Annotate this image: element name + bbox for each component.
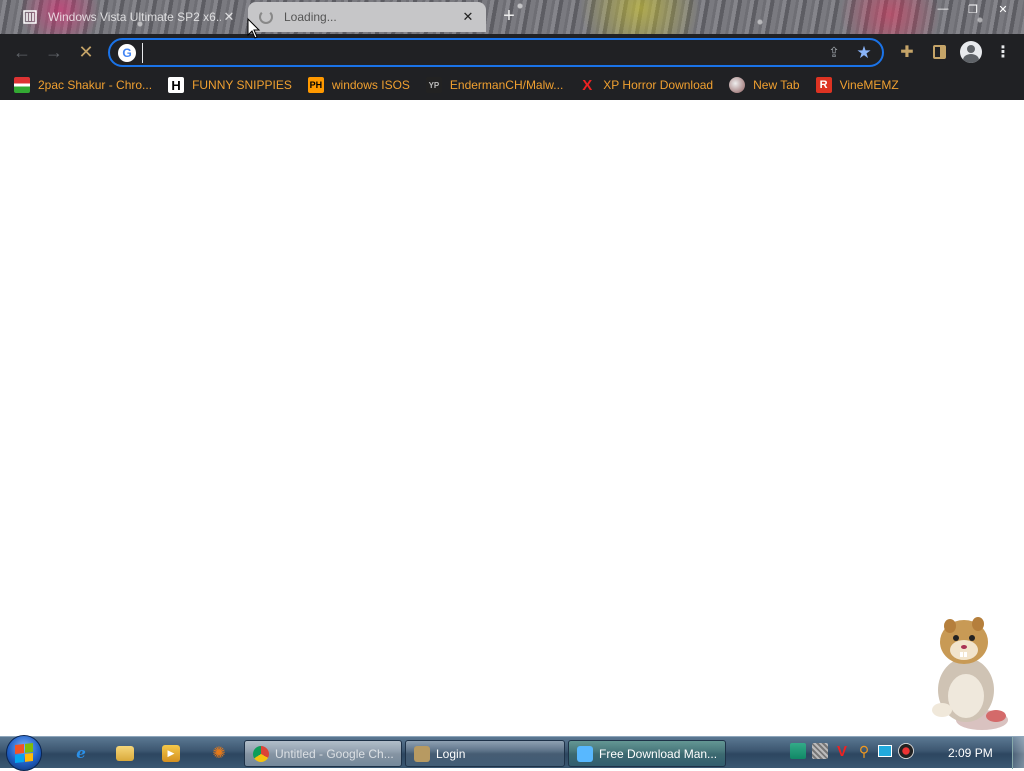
- profile-avatar-icon[interactable]: [958, 36, 984, 68]
- hamster-mascot[interactable]: [920, 612, 1012, 736]
- camera-icon[interactable]: [898, 743, 914, 759]
- tab-title: Windows Vista Ultimate SP2 x6...: [48, 10, 221, 24]
- bookmark-xp-horror[interactable]: X XP Horror Download: [579, 76, 714, 94]
- new-tab-button[interactable]: +: [498, 6, 520, 28]
- login-app-icon: [414, 745, 430, 762]
- address-bar[interactable]: G ⇪ ★: [108, 38, 884, 67]
- app-icon[interactable]: ✺: [208, 742, 230, 764]
- globe-icon: [729, 77, 746, 93]
- mouse-cursor-icon: [247, 17, 261, 40]
- window-controls: — ❐ ✕: [930, 0, 1016, 18]
- bookmarks-bar: 2pac Shakur - Chro... H FUNNY SNIPPIES P…: [0, 70, 1024, 100]
- 2pac-icon: [14, 77, 30, 93]
- fdm-icon: [577, 745, 593, 762]
- toolbar-actions: ✚ ⋮: [894, 36, 1016, 68]
- media-player-icon[interactable]: ▶: [162, 745, 180, 762]
- tab-loading[interactable]: Loading... ✕: [248, 2, 486, 32]
- x-icon: X: [582, 76, 593, 94]
- screen-icon[interactable]: [878, 745, 892, 757]
- taskbar-label: Login: [436, 746, 466, 761]
- google-icon: G: [118, 43, 136, 62]
- extensions-puzzle-icon[interactable]: ✚: [894, 36, 920, 68]
- h-letter-icon: H: [168, 77, 185, 93]
- show-desktop-button[interactable]: [1012, 737, 1024, 769]
- start-button[interactable]: [6, 735, 42, 771]
- chrome-icon: [253, 745, 269, 762]
- system-tray: V ⚲: [790, 743, 914, 760]
- taskbar-button-login[interactable]: Login: [405, 740, 565, 767]
- bookmark-funny-snippies[interactable]: H FUNNY SNIPPIES: [168, 77, 292, 93]
- bookmark-label: VineMEMZ: [839, 78, 899, 92]
- menu-kebab-icon[interactable]: ⋮: [990, 36, 1016, 68]
- yp-icon: YP: [425, 77, 442, 93]
- search-tray-icon[interactable]: ⚲: [856, 743, 872, 759]
- bookmark-label: EndermanCH/Malw...: [449, 78, 564, 92]
- taskbar-button-fdm[interactable]: Free Download Man...: [568, 740, 726, 767]
- windows-logo-icon: [15, 743, 33, 763]
- bookmark-label: FUNNY SNIPPIES: [192, 78, 292, 92]
- close-window-button[interactable]: ✕: [990, 0, 1016, 18]
- restore-button[interactable]: ❐: [960, 0, 986, 18]
- forward-button[interactable]: →: [38, 36, 70, 68]
- tab-close-icon[interactable]: ✕: [221, 9, 237, 25]
- side-panel-icon[interactable]: [926, 36, 952, 68]
- stop-loading-button[interactable]: ✕: [70, 36, 102, 68]
- bookmark-vinememz[interactable]: R VineMEMZ: [815, 77, 899, 93]
- tab-windows-vista[interactable]: Windows Vista Ultimate SP2 x6... ✕: [12, 2, 247, 32]
- bookmark-new-tab[interactable]: New Tab: [729, 77, 800, 93]
- tab-title: Loading...: [284, 10, 337, 24]
- taskbar-clock[interactable]: 2:09 PM: [948, 746, 993, 760]
- ph-icon: PH: [307, 77, 324, 93]
- address-input[interactable]: [142, 42, 824, 63]
- r-letter-icon: R: [815, 77, 832, 93]
- back-button[interactable]: ←: [6, 36, 38, 68]
- taskbar-button-chrome[interactable]: Untitled - Google Ch...: [244, 740, 402, 767]
- v-icon[interactable]: V: [834, 743, 850, 760]
- taskbar-label: Untitled - Google Ch...: [275, 746, 394, 761]
- taskbar-label: Free Download Man...: [599, 746, 718, 761]
- network-icon[interactable]: [790, 743, 806, 759]
- bookmark-windows-isos[interactable]: PH windows ISOS: [307, 77, 410, 93]
- bookmark-endermanch[interactable]: YP EndermanCH/Malw...: [425, 77, 564, 93]
- bookmark-label: windows ISOS: [331, 78, 410, 92]
- folder-icon[interactable]: [116, 746, 134, 761]
- tab-close-icon[interactable]: ✕: [460, 9, 476, 25]
- bookmark-star-icon[interactable]: ★: [854, 43, 874, 63]
- tab-strip: Windows Vista Ultimate SP2 x6... ✕ Loadi…: [0, 0, 1024, 34]
- bookmark-label: 2pac Shakur - Chro...: [38, 78, 153, 92]
- archive-icon: [22, 9, 38, 25]
- minimize-button[interactable]: —: [930, 0, 956, 18]
- bookmark-label: New Tab: [753, 78, 800, 92]
- browser-toolbar: ← → ✕ G ⇪ ★ ✚ ⋮: [0, 34, 1024, 70]
- bookmark-label: XP Horror Download: [603, 78, 714, 92]
- taskbar: e ▶ ✺ Untitled - Google Ch... Login Free…: [0, 735, 1024, 771]
- internet-explorer-icon[interactable]: e: [70, 742, 92, 764]
- page-content: [0, 100, 1024, 736]
- bookmark-2pac[interactable]: 2pac Shakur - Chro...: [14, 77, 152, 93]
- share-icon[interactable]: ⇪: [824, 43, 844, 63]
- tray-grid-icon[interactable]: [812, 743, 828, 759]
